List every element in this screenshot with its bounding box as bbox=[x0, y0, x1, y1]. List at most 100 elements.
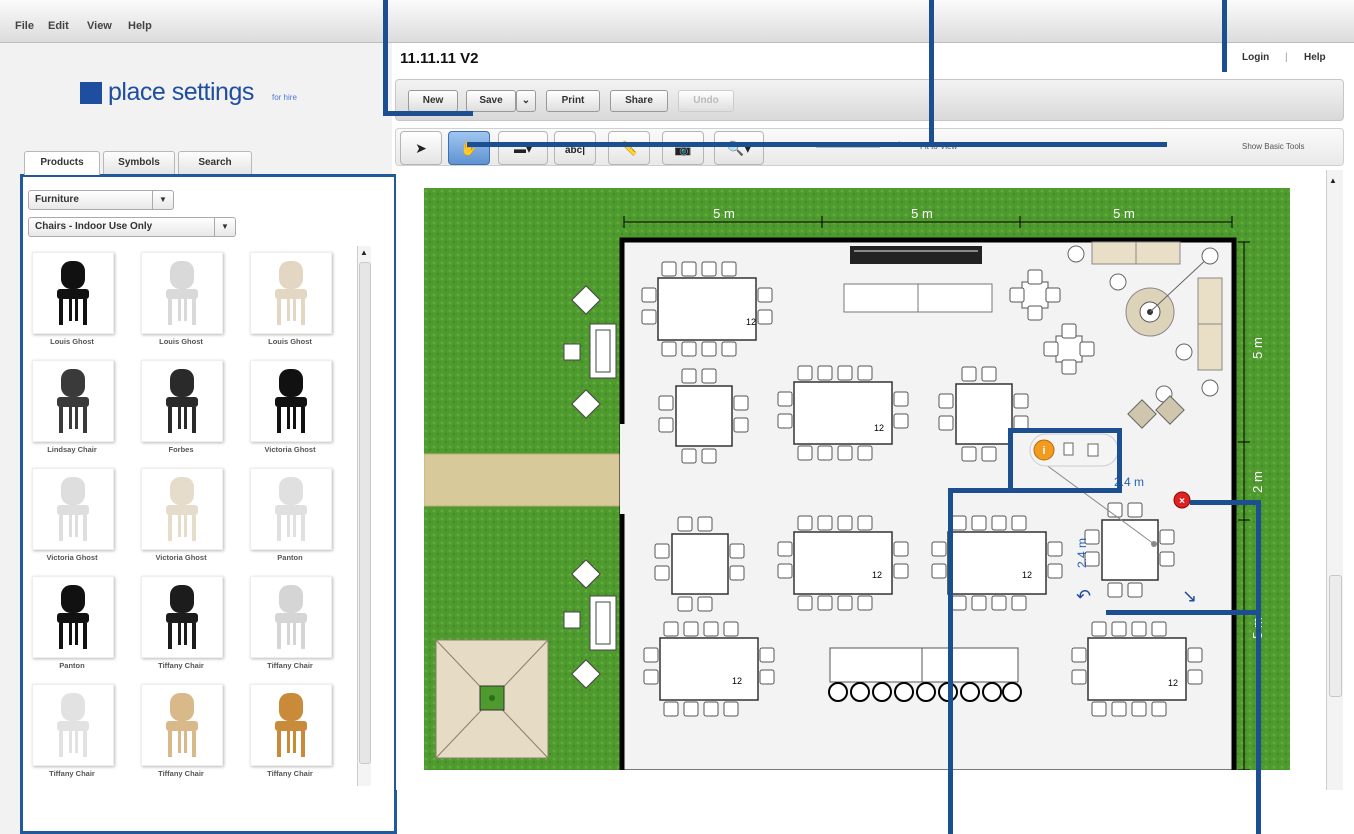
product-card[interactable] bbox=[250, 468, 332, 550]
save-button[interactable]: Save bbox=[466, 90, 516, 112]
product-card[interactable] bbox=[250, 684, 332, 766]
subcategory-value: Chairs - Indoor Use Only bbox=[35, 221, 153, 232]
hand-tool[interactable]: ✋ bbox=[448, 131, 490, 165]
category-select[interactable]: Furniture ▼ bbox=[28, 190, 174, 210]
product-label: Forbes bbox=[168, 445, 194, 454]
file-toolbar: New Save ⌄ Print Share Undo bbox=[395, 79, 1344, 121]
brand-sub: for hire bbox=[272, 93, 297, 102]
text-tool[interactable]: abc| bbox=[554, 131, 596, 165]
copy-icon[interactable] bbox=[1063, 442, 1074, 456]
product-scrollbar[interactable]: ▲ bbox=[357, 246, 371, 786]
chevron-down-icon: ⌄ bbox=[521, 95, 531, 106]
product-card[interactable] bbox=[250, 576, 332, 658]
camera-tool[interactable]: 📷 bbox=[662, 131, 704, 165]
callout-line bbox=[1256, 500, 1261, 834]
save-dropdown-button[interactable]: ⌄ bbox=[516, 90, 536, 112]
select-tool[interactable]: ➤ bbox=[400, 131, 442, 165]
menu-bar: File Edit View Help bbox=[0, 0, 1354, 43]
product-card[interactable] bbox=[32, 576, 114, 658]
link-divider: | bbox=[1285, 52, 1288, 63]
chair-thumbnail-icon bbox=[275, 477, 307, 541]
product-card[interactable] bbox=[141, 360, 223, 442]
table-number: 12 bbox=[1168, 678, 1178, 688]
rotate-handle-icon[interactable]: ↶ bbox=[1076, 586, 1091, 606]
product-label: Tiffany Chair bbox=[267, 661, 313, 670]
chair-thumbnail-icon bbox=[57, 693, 89, 757]
tab-symbols[interactable]: Symbols bbox=[103, 151, 175, 174]
scroll-thumb[interactable] bbox=[359, 262, 371, 764]
dim-top-3: 5 m bbox=[1113, 206, 1135, 221]
scroll-thumb[interactable] bbox=[1329, 575, 1342, 697]
chair-thumbnail-icon bbox=[57, 477, 89, 541]
chair-thumbnail-icon bbox=[275, 369, 307, 433]
floor-plan[interactable]: 5 m 5 m 5 m 5 m 2 m 5 m 12 12 12 12 12 1… bbox=[424, 188, 1290, 770]
share-button[interactable]: Share bbox=[610, 90, 668, 112]
chair-thumbnail-icon bbox=[57, 585, 89, 649]
show-basic-tools-link[interactable]: Show Basic Tools bbox=[1242, 142, 1305, 151]
chair-thumbnail-icon bbox=[166, 693, 198, 757]
brand-name: place settings bbox=[108, 78, 254, 106]
product-card[interactable] bbox=[250, 360, 332, 442]
category-value: Furniture bbox=[35, 194, 79, 205]
menu-view[interactable]: View bbox=[87, 20, 112, 32]
chair-thumbnail-icon bbox=[275, 585, 307, 649]
table-number: 12 bbox=[732, 676, 742, 686]
tools-toolbar: ➤ ✋ ▬▾ abc| 📏 📷 🔍▾ − + Fit to View Show … bbox=[395, 128, 1344, 166]
product-label: Panton bbox=[277, 553, 303, 562]
menu-help[interactable]: Help bbox=[128, 20, 152, 32]
marquee-opening bbox=[620, 424, 628, 514]
menu-file[interactable]: File bbox=[15, 20, 34, 32]
subcategory-select[interactable]: Chairs - Indoor Use Only ▼ bbox=[28, 217, 236, 237]
chair-thumbnail-icon bbox=[275, 261, 307, 325]
callout-line bbox=[1117, 428, 1122, 492]
product-label: Louis Ghost bbox=[159, 337, 203, 346]
scroll-up-icon[interactable]: ▲ bbox=[358, 246, 370, 260]
delete-icon[interactable] bbox=[1087, 443, 1099, 457]
pathway bbox=[424, 453, 625, 507]
scroll-up-icon[interactable]: ▲ bbox=[1329, 176, 1337, 185]
chair-thumbnail-icon bbox=[166, 585, 198, 649]
canvas-scrollbar[interactable]: ▲ bbox=[1326, 170, 1343, 790]
product-card[interactable] bbox=[32, 468, 114, 550]
help-link[interactable]: Help bbox=[1304, 52, 1326, 63]
product-card[interactable] bbox=[141, 684, 223, 766]
dim-top-2: 5 m bbox=[911, 206, 933, 221]
product-card[interactable] bbox=[141, 576, 223, 658]
umbrella[interactable] bbox=[435, 639, 549, 759]
product-card[interactable] bbox=[250, 252, 332, 334]
undo-button[interactable]: Undo bbox=[678, 90, 734, 112]
ruler-tool[interactable]: 📏 bbox=[608, 131, 650, 165]
tab-products[interactable]: Products bbox=[24, 151, 100, 175]
resize-handle-icon[interactable]: ↘ bbox=[1182, 586, 1197, 606]
login-link[interactable]: Login bbox=[1242, 52, 1269, 63]
callout-line bbox=[383, 0, 388, 115]
arrow-pointer-icon: ➤ bbox=[415, 140, 427, 156]
chair-thumbnail-icon bbox=[166, 477, 198, 541]
new-button[interactable]: New bbox=[408, 90, 458, 112]
product-card[interactable] bbox=[141, 468, 223, 550]
product-label: Tiffany Chair bbox=[158, 661, 204, 670]
chair-thumbnail-icon bbox=[166, 369, 198, 433]
print-button[interactable]: Print bbox=[546, 90, 600, 112]
callout-line bbox=[1008, 428, 1013, 492]
product-label: Lindsay Chair bbox=[47, 445, 97, 454]
dance-floor-strip[interactable] bbox=[850, 246, 982, 264]
selected-height-label: 2.4 m bbox=[1075, 538, 1089, 568]
tab-search[interactable]: Search bbox=[178, 151, 252, 174]
callout-line bbox=[1008, 428, 1122, 433]
product-label: Louis Ghost bbox=[50, 337, 94, 346]
callout-line bbox=[383, 111, 473, 116]
furniture-tool[interactable]: ▬▾ bbox=[498, 131, 548, 165]
menu-edit[interactable]: Edit bbox=[48, 20, 69, 32]
product-card[interactable] bbox=[32, 360, 114, 442]
svg-text:i: i bbox=[1042, 445, 1045, 457]
zoom-tool[interactable]: 🔍▾ bbox=[714, 131, 764, 165]
product-card[interactable] bbox=[32, 252, 114, 334]
product-label: Tiffany Chair bbox=[49, 769, 95, 778]
chevron-down-icon: ▼ bbox=[152, 191, 173, 209]
long-table[interactable] bbox=[828, 647, 1022, 702]
logo-square-icon bbox=[80, 82, 102, 104]
product-card[interactable] bbox=[32, 684, 114, 766]
document-title: 11.11.11 V2 bbox=[400, 50, 479, 67]
product-card[interactable] bbox=[141, 252, 223, 334]
